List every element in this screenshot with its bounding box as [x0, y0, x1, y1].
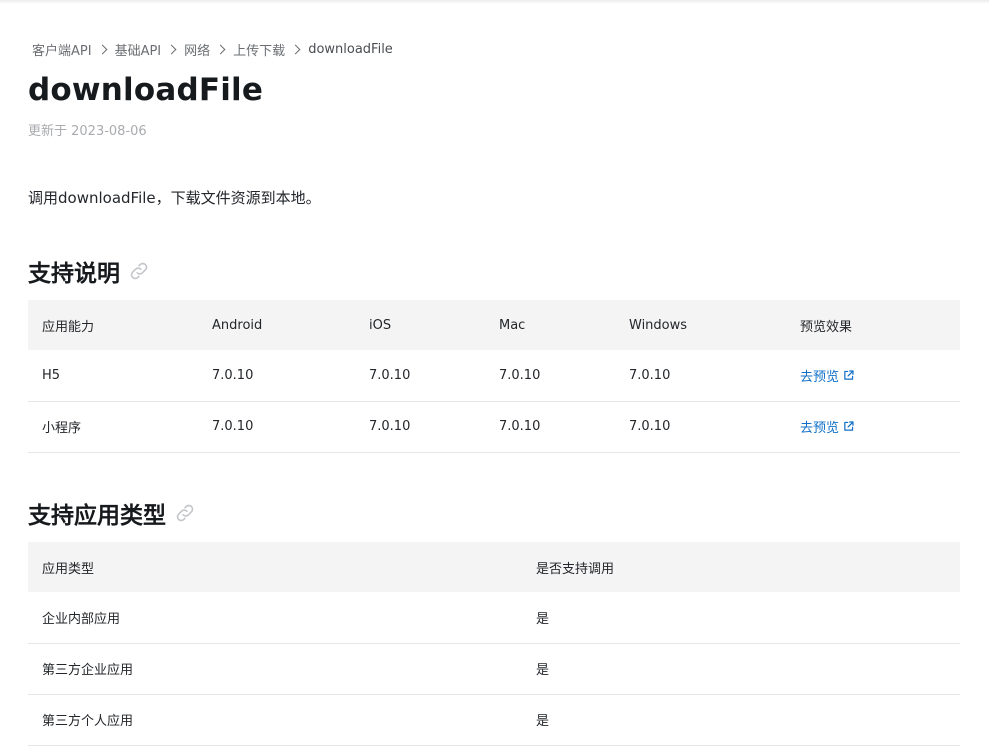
table-row: H5 7.0.10 7.0.10 7.0.10 7.0.10 去预览: [28, 350, 960, 402]
table-cell: 去预览: [786, 401, 960, 453]
table-cell: 7.0.10: [355, 350, 485, 402]
preview-link-h5[interactable]: 去预览: [800, 366, 855, 385]
table-cell: 第三方企业应用: [28, 643, 522, 695]
table-header-row: 应用能力 Android iOS Mac Windows 预览效果: [28, 300, 960, 350]
column-header: Android: [198, 300, 355, 350]
table-row: 第三方个人应用 是: [28, 694, 960, 746]
chevron-right-icon: [166, 44, 177, 55]
table-cell: 7.0.10: [198, 401, 355, 453]
table-cell: 7.0.10: [615, 350, 786, 402]
section-heading-app-types: 支持应用类型: [28, 496, 196, 530]
table-cell: 7.0.10: [485, 401, 615, 453]
table-cell: 企业内部应用: [28, 592, 522, 644]
breadcrumb-item-basic-api[interactable]: 基础API: [115, 40, 162, 59]
preview-link-miniprogram[interactable]: 去预览: [800, 417, 855, 436]
link-icon[interactable]: [174, 502, 196, 524]
chevron-right-icon: [290, 44, 301, 55]
column-header: Windows: [615, 300, 786, 350]
table-cell: 是: [522, 643, 960, 695]
column-header: Mac: [485, 300, 615, 350]
breadcrumb-item-current: downloadFile: [308, 42, 393, 57]
table-cell: 7.0.10: [355, 401, 485, 453]
link-icon[interactable]: [128, 260, 150, 282]
top-shadow: [0, 0, 989, 4]
preview-link-label: 去预览: [800, 421, 840, 436]
table-cell: 去预览: [786, 350, 960, 402]
section-heading-support: 支持说明: [28, 254, 150, 288]
preview-link-label: 去预览: [800, 369, 840, 385]
column-header: 是否支持调用: [522, 542, 960, 592]
table-cell: 是: [522, 592, 960, 644]
intro-text: 调用downloadFile，下载文件资源到本地。: [28, 189, 321, 207]
support-table: 应用能力 Android iOS Mac Windows 预览效果 H5 7.0…: [28, 300, 960, 453]
external-link-icon: [844, 421, 854, 431]
column-header: 预览效果: [786, 300, 960, 350]
column-header: 应用能力: [28, 300, 198, 350]
app-types-table: 应用类型 是否支持调用 企业内部应用 是 第三方企业应用 是 第三方个人应用 是: [28, 542, 960, 746]
table-cell: 7.0.10: [615, 401, 786, 453]
section-heading-app-types-label: 支持应用类型: [28, 503, 166, 529]
section-heading-support-label: 支持说明: [28, 261, 120, 287]
table-header-row: 应用类型 是否支持调用: [28, 542, 960, 592]
table-cell: 是: [522, 694, 960, 746]
breadcrumb: 客户端API 基础API 网络 上传下载 downloadFile: [32, 40, 393, 59]
table-row: 企业内部应用 是: [28, 592, 960, 644]
breadcrumb-item-upload-download[interactable]: 上传下载: [233, 40, 285, 59]
column-header: 应用类型: [28, 542, 522, 592]
table-cell: 7.0.10: [485, 350, 615, 402]
chevron-right-icon: [215, 44, 226, 55]
external-link-icon: [844, 370, 854, 380]
table-cell: 小程序: [28, 401, 198, 453]
column-header: iOS: [355, 300, 485, 350]
breadcrumb-item-network[interactable]: 网络: [184, 40, 210, 59]
table-row: 第三方企业应用 是: [28, 643, 960, 695]
table-cell: H5: [28, 350, 198, 402]
table-row: 小程序 7.0.10 7.0.10 7.0.10 7.0.10 去预览: [28, 401, 960, 453]
updated-date: 更新于 2023-08-06: [28, 124, 147, 139]
table-cell: 第三方个人应用: [28, 694, 522, 746]
table-cell: 7.0.10: [198, 350, 355, 402]
page-title: downloadFile: [28, 72, 264, 108]
breadcrumb-item-client-api[interactable]: 客户端API: [32, 40, 92, 59]
chevron-right-icon: [97, 44, 108, 55]
